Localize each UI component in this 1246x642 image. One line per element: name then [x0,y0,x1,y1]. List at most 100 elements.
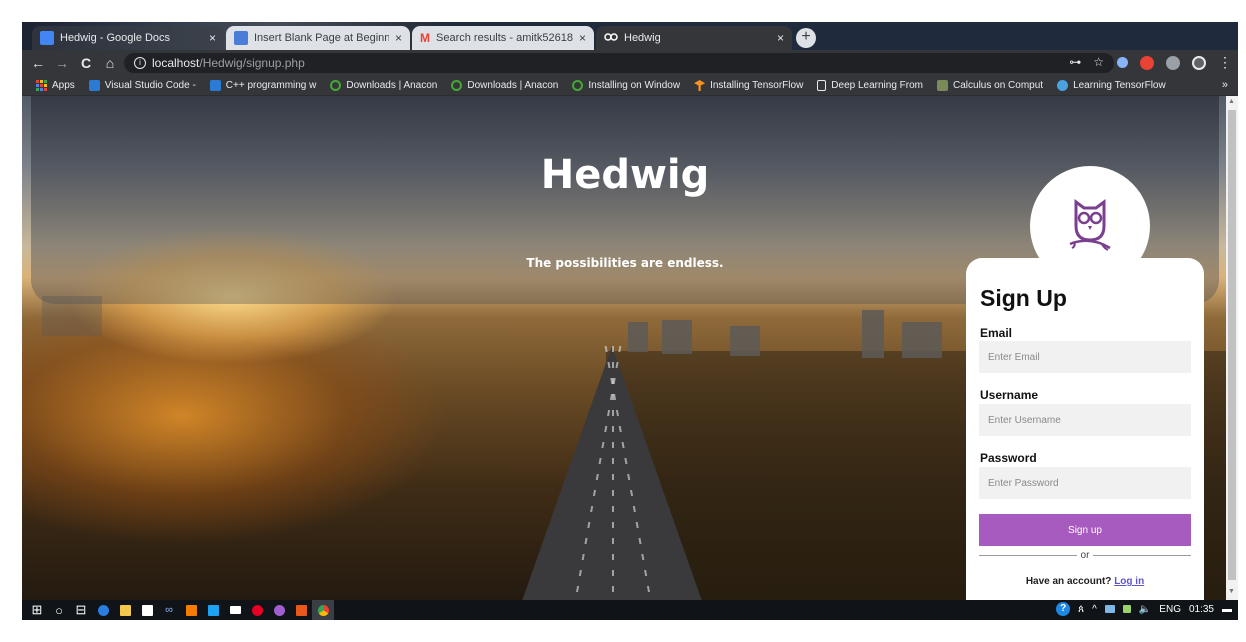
page-scrollbar[interactable]: ▲ ▼ [1226,96,1238,600]
pen-icon[interactable] [1122,605,1131,613]
bookmark-item[interactable]: Installing TensorFlow [694,80,803,91]
forward-button[interactable]: → [50,55,74,71]
address-bar[interactable]: i localhost/Hedwig/signup.php ⊶ ☆ [124,53,1114,73]
vscode-icon [209,80,221,91]
windows-taskbar: ⊞ ○ ⊟ ∞ ? ጰ ^ 🔈 ENG 01:35 ▬ [22,600,1238,620]
bookmark-item[interactable]: C++ programming w [209,80,317,91]
office-icon[interactable] [290,600,312,620]
bookmark-item[interactable]: Calculus on Comput [937,80,1043,91]
bookmarks-overflow-button[interactable]: » [1222,79,1228,91]
close-icon[interactable]: × [579,31,586,45]
share-icon [1057,80,1069,91]
close-icon[interactable]: × [777,31,784,45]
or-divider: or [979,549,1191,561]
bookmark-label: Apps [52,80,75,91]
bookmark-item[interactable]: Downloads | Anacon [451,80,558,91]
url-path: /Hedwig/signup.php [199,56,305,70]
bookmark-item[interactable]: Learning TensorFlow [1057,80,1166,91]
tab-insert-blank-page[interactable]: Insert Blank Page at Beginning. - × [226,26,410,50]
tab-strip: Hedwig - Google Docs × Insert Blank Page… [22,22,1238,50]
file-explorer-icon[interactable] [114,600,136,620]
email-label: Email [980,326,1013,340]
clock-time[interactable]: 01:35 [1189,604,1214,615]
language-indicator[interactable]: ENG [1159,604,1181,615]
notification-icon[interactable]: ▬ [1222,604,1232,615]
mail-icon[interactable] [224,600,246,620]
scroll-down-arrow-icon[interactable]: ▼ [1228,588,1235,595]
help-icon[interactable]: ? [1056,602,1071,616]
scroll-up-arrow-icon[interactable]: ▲ [1228,98,1235,105]
scroll-thumb[interactable] [1228,110,1236,580]
username-field[interactable] [979,404,1191,436]
reload-button[interactable]: C [74,55,98,71]
search-icon[interactable]: ○ [48,600,70,620]
edge-icon[interactable] [92,600,114,620]
volume-icon[interactable]: 🔈 [1139,604,1151,615]
username-label: Username [980,388,1039,402]
tab-hedwig[interactable]: Hedwig × [596,26,792,50]
image-icon [937,80,949,91]
tab-gmail-search[interactable]: M Search results - amitk526188@g × [412,26,594,50]
tab-title: Hedwig [624,32,661,44]
bookmark-label: C++ programming w [225,80,317,91]
twitter-icon[interactable] [202,600,224,620]
system-tray: ? ጰ ^ 🔈 ENG 01:35 ▬ [1056,602,1232,616]
gmail-favicon-icon: M [420,31,430,45]
bookmark-label: Downloads | Anacon [346,80,438,91]
bookmark-label: Installing on Window [588,80,681,91]
background-building [902,322,942,358]
windows-start-icon[interactable]: ⊞ [26,600,48,620]
infinity-app-icon[interactable]: ∞ [158,600,180,620]
bookmark-label: Deep Learning From [831,80,924,91]
tab-title: Insert Blank Page at Beginning. - [254,32,389,44]
star-icon[interactable]: ☆ [1093,55,1104,69]
signup-button[interactable]: Sign up [979,514,1191,546]
new-tab-button[interactable]: + [796,28,816,48]
close-icon[interactable]: × [395,31,402,45]
password-field[interactable] [979,467,1191,499]
apps-grid-icon [36,80,47,91]
close-icon[interactable]: × [209,31,216,45]
background-building [862,310,884,358]
extension-m-icon[interactable] [1166,55,1180,70]
bookmark-label: Learning TensorFlow [1073,80,1166,91]
info-icon[interactable]: i [134,57,146,69]
adblock-icon[interactable] [1140,55,1154,70]
account-prompt-text: Have an account? [1025,576,1112,587]
network-icon[interactable] [1104,605,1115,613]
background-building [730,326,760,356]
extension-icon[interactable] [1117,57,1128,68]
extensions-area: ⋮ [1117,54,1232,71]
people-icon[interactable]: ጰ [1078,604,1084,615]
sublime-icon[interactable] [180,600,202,620]
bookmark-item[interactable]: Downloads | Anacon [330,80,437,91]
store-icon[interactable] [136,600,158,620]
back-button[interactable]: ← [26,55,50,71]
url-host: localhost [152,56,200,70]
key-icon[interactable]: ⊶ [1069,55,1081,69]
browser-toolbar: ← → C ⌂ i localhost/Hedwig/signup.php ⊶ … [22,50,1238,76]
vscode-icon [88,80,100,91]
divider-line [1093,554,1191,556]
login-prompt: Have an account? Log in [979,576,1191,587]
tab-title: Hedwig - Google Docs [60,32,171,44]
page-favicon-icon [234,31,248,45]
email-field[interactable] [979,341,1191,373]
bookmark-apps[interactable]: Apps [36,80,75,91]
bookmark-item[interactable]: Installing on Window [572,80,680,91]
bookmark-item[interactable]: Deep Learning From [817,80,923,91]
anaconda-icon [451,80,463,91]
bookmark-item[interactable]: Visual Studio Code - [88,80,196,91]
bookmark-label: Downloads | Anacon [467,80,559,91]
home-button[interactable]: ⌂ [98,55,122,71]
menu-icon[interactable]: ⋮ [1218,54,1232,71]
chevron-up-icon[interactable]: ^ [1092,604,1097,615]
profile-avatar[interactable] [1192,55,1206,70]
chrome-icon[interactable] [312,600,334,620]
login-link[interactable]: Log in [1114,576,1144,587]
pinterest-icon[interactable] [246,600,268,620]
task-view-icon[interactable]: ⊟ [70,600,92,620]
bookmark-label: Installing TensorFlow [710,80,804,91]
purple-app-icon[interactable] [268,600,290,620]
tab-google-docs[interactable]: Hedwig - Google Docs × [32,26,224,50]
